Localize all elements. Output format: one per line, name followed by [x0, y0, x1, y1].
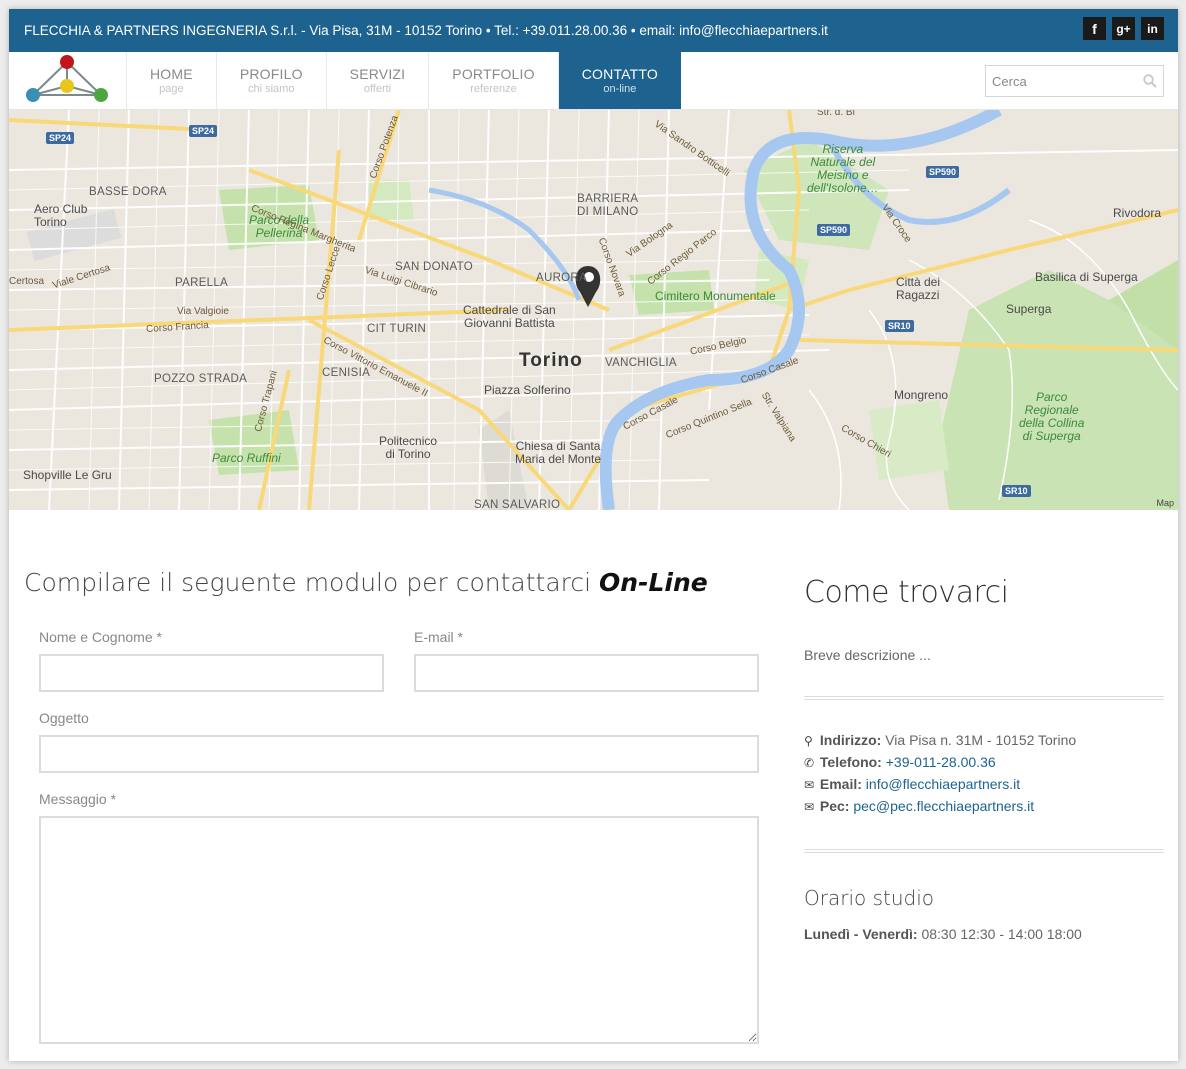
social-links: f g+ in — [1083, 17, 1164, 40]
map-label: Rivodora — [1113, 206, 1162, 220]
map-city-label: Torino — [519, 350, 583, 371]
map-label: Parco Ruffini — [212, 451, 281, 465]
subject-label: Oggetto — [39, 710, 89, 726]
map-label: Parco Regionale della Collina di Superga — [1019, 390, 1085, 443]
main-navbar: HOME page PROFILO chi siamo SERVIZI offe… — [9, 52, 1178, 110]
nav-portfolio[interactable]: PORTFOLIO referenze — [429, 52, 559, 109]
map-label: SAN SALVARIO — [474, 499, 561, 510]
envelope-icon: ✉ — [804, 778, 815, 792]
location-map[interactable]: BASSE DORA Aero Club Torino Parco della … — [9, 110, 1178, 510]
phone-link[interactable]: +39-011-28.00.36 — [886, 754, 996, 770]
map-label: Basilica di Superga — [1035, 270, 1138, 284]
road-shield: SP590 — [926, 166, 960, 178]
map-label: Mongreno — [894, 388, 949, 402]
search-box — [985, 65, 1164, 97]
map-label: AURORA — [536, 272, 588, 284]
map-label: Città dei Ragazzi — [896, 275, 941, 302]
sidebar-title: Come trovarci — [804, 575, 1009, 610]
map-credit: Map — [1156, 498, 1174, 508]
phone-line: ✆ Telefono: +39-011-28.00.36 — [804, 754, 996, 770]
map-label: PARELLA — [175, 277, 229, 289]
nav-home[interactable]: HOME page — [127, 52, 217, 109]
map-label: SAN DONATO — [395, 261, 473, 273]
linkedin-icon[interactable]: in — [1141, 17, 1164, 40]
page-frame: FLECCHIA & PARTNERS INGEGNERIA S.r.l. - … — [9, 9, 1178, 1061]
email-link[interactable]: info@flecchiaepartners.it — [866, 776, 1020, 792]
message-textarea[interactable] — [39, 816, 759, 1044]
email-field[interactable] — [414, 654, 759, 692]
map-label: Via Valgioie — [177, 306, 229, 317]
phone-icon: ✆ — [804, 756, 815, 770]
envelope-icon: ✉ — [804, 800, 815, 814]
road-shield: SR10 — [1002, 485, 1031, 497]
form-title: Compilare il seguente modulo per contatt… — [24, 568, 708, 597]
map-label: CIT TURIN — [367, 323, 427, 335]
google-plus-icon[interactable]: g+ — [1112, 17, 1135, 40]
facebook-icon[interactable]: f — [1083, 17, 1106, 40]
map-label: VANCHIGLIA — [605, 357, 677, 369]
name-field[interactable] — [39, 654, 384, 692]
search-input[interactable] — [992, 73, 1143, 89]
form-title-emphasis: On-Line — [599, 568, 708, 597]
map-label: Politecnico di Torino — [379, 434, 438, 461]
divider — [804, 696, 1164, 700]
map-label: POZZO STRADA — [154, 373, 248, 385]
divider — [804, 849, 1164, 853]
subject-field[interactable] — [39, 735, 759, 773]
map-label: Superga — [1006, 302, 1052, 316]
hours-line: Lunedì - Venerdì: 08:30 12:30 - 14:00 18… — [804, 926, 1082, 942]
map-label: BARRIERA DI MILANO — [577, 193, 639, 218]
map-marker-icon: ⚲ — [804, 734, 813, 748]
map-label: Riserva Naturale del Meisino e dell'Isol… — [807, 142, 879, 195]
pec-line: ✉ Pec: pec@pec.flecchiaepartners.it — [804, 798, 1035, 814]
message-label: Messaggio * — [39, 791, 117, 807]
company-logo[interactable] — [9, 52, 127, 109]
map-label: Chiesa di Santa Maria del Monte — [515, 439, 602, 466]
road-shield: SP24 — [189, 125, 218, 137]
sidebar-description: Breve descrizione ... — [804, 647, 931, 663]
map-label: Certosa — [9, 276, 45, 287]
map-label: CENISIA — [322, 367, 371, 379]
map-label: Cattedrale di San Giovanni Battista — [463, 303, 556, 330]
search-icon[interactable] — [1143, 74, 1157, 88]
road-shield: SP590 — [817, 224, 851, 236]
email-line: ✉ Email: info@flecchiaepartners.it — [804, 776, 1021, 792]
email-label: E-mail * — [414, 629, 464, 645]
company-info-text: FLECCHIA & PARTNERS INGEGNERIA S.r.l. - … — [24, 23, 828, 38]
road-shield: SR10 — [885, 320, 914, 332]
nav-contatto[interactable]: CONTATTO on-line — [558, 52, 681, 109]
nav-servizi[interactable]: SERVIZI offerti — [327, 52, 430, 109]
map-label: BASSE DORA — [89, 186, 167, 198]
pec-link[interactable]: pec@pec.flecchiaepartners.it — [853, 798, 1034, 814]
map-label: Aero Club Torino — [34, 202, 88, 229]
top-info-bar: FLECCHIA & PARTNERS INGEGNERIA S.r.l. - … — [9, 9, 1178, 52]
road-shield: SP24 — [46, 132, 75, 144]
map-label: Str. d. Bi — [817, 110, 855, 118]
name-label: Nome e Cognome * — [39, 629, 162, 645]
logo-icon — [25, 54, 108, 102]
hours-title: Orario studio — [804, 886, 935, 910]
map-label: Shopville Le Gru — [23, 468, 112, 482]
address-line: ⚲ Indirizzo: Via Pisa n. 31M - 10152 Tor… — [804, 732, 1077, 748]
map-label: Cimitero Monumentale — [655, 289, 776, 303]
nav-profilo[interactable]: PROFILO chi siamo — [217, 52, 327, 109]
map-label: Piazza Solferino — [484, 383, 571, 397]
